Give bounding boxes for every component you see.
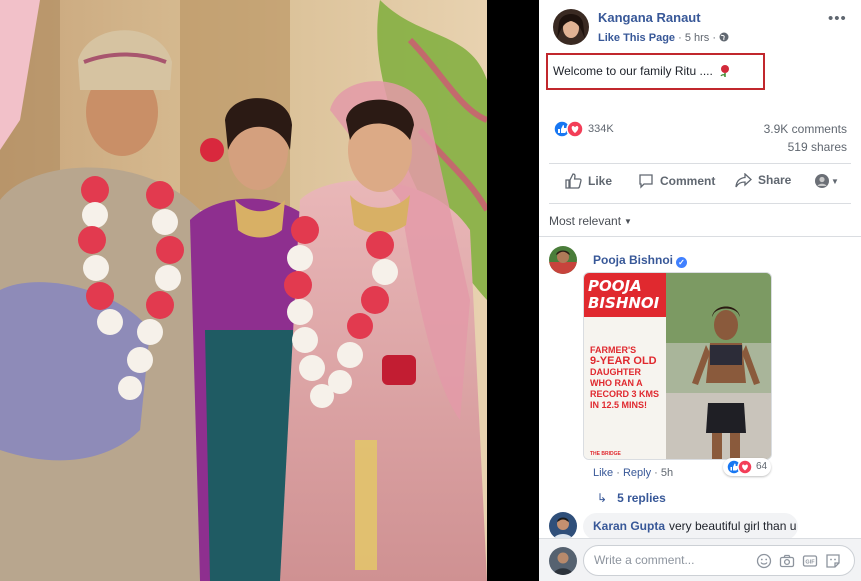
caret-down-icon: ▼	[624, 217, 632, 226]
reply-arrow-icon: ↳	[597, 491, 608, 505]
comment-button[interactable]: Comment	[638, 173, 715, 193]
photo-gutter	[487, 0, 539, 581]
rose-icon	[720, 65, 730, 77]
comment-label: Comment	[660, 174, 716, 188]
commenter-avatar[interactable]	[549, 246, 577, 274]
meta-separator: ·	[678, 32, 685, 44]
commenter-name[interactable]: Pooja Bishnoi ✓	[593, 253, 688, 268]
card-text-line: RECORD 3 KMS	[590, 389, 660, 399]
card-text-line: IN 12.5 MINS!	[590, 400, 648, 410]
divider	[549, 163, 851, 164]
post-caption: Welcome to our family Ritu ....	[553, 64, 731, 78]
gif-icon[interactable]: GIF	[802, 553, 818, 569]
audience-selector[interactable]: ▼	[815, 173, 839, 193]
card-text-line: WHO RAN A	[590, 378, 643, 388]
comment-reply-link[interactable]: Reply	[623, 467, 651, 479]
wedding-photo-image	[0, 0, 487, 581]
comment-like-link[interactable]: Like	[593, 467, 613, 479]
comment-sort-dropdown[interactable]: Most relevant ▼	[549, 214, 632, 228]
replies-label: 5 replies	[617, 491, 666, 505]
share-icon	[735, 172, 752, 188]
reactions-summary: 334K 3.9K comments 519 shares	[539, 116, 861, 156]
thumbs-up-icon	[565, 173, 582, 189]
card-title-line: BISHNOI	[588, 294, 660, 312]
reaction-count[interactable]: 334K	[588, 123, 614, 135]
like-page-link[interactable]: Like This Page	[598, 32, 675, 44]
commenter-name-text: Pooja Bishnoi	[593, 253, 674, 267]
post-caption-text: Welcome to our family Ritu ....	[553, 64, 713, 78]
more-options-icon[interactable]: •••	[828, 10, 847, 27]
like-button[interactable]: Like	[565, 173, 612, 193]
facebook-photo-viewer: Kangana Ranaut Like This Page · 5 hrs · …	[0, 0, 861, 581]
meta-separator: ·	[654, 467, 661, 479]
comment-image-card[interactable]: POOJA BISHNOI FARMER'S 9-YEAR OLD DAUGHT…	[583, 272, 772, 460]
card-text-line: DAUGHTER	[590, 367, 641, 377]
share-label: Share	[758, 173, 792, 187]
comment-icon	[639, 174, 653, 189]
comments-count[interactable]: 3.9K comments	[764, 122, 847, 136]
like-love-reaction-icons	[726, 459, 753, 475]
comment-sort-label: Most relevant	[549, 214, 622, 228]
card-photo	[666, 273, 771, 459]
chevron-down-icon: ▼	[831, 177, 839, 186]
profile-avatar-icon	[815, 174, 829, 188]
comment-bubble: Karan Gupta very beautiful girl than u	[583, 513, 798, 540]
card-brand-logo: THE BRIDGE	[590, 451, 621, 457]
card-title-line: POOJA	[588, 277, 642, 295]
comment-composer: GIF	[539, 538, 861, 581]
globe-icon	[719, 32, 729, 42]
commenter-name[interactable]: Karan Gupta	[593, 519, 665, 533]
commenter-avatar[interactable]	[549, 512, 577, 540]
card-title-banner: POOJA BISHNOI	[584, 273, 666, 317]
comment-input[interactable]	[594, 553, 744, 567]
comment-input-box[interactable]: GIF	[583, 545, 855, 576]
post-meta: Like This Page · 5 hrs ·	[598, 32, 729, 44]
comment-time[interactable]: 5h	[661, 467, 673, 479]
camera-icon[interactable]	[779, 553, 795, 569]
divider	[549, 203, 851, 204]
view-replies-link[interactable]: ↳ 5 replies	[597, 491, 666, 505]
post-photo[interactable]	[0, 0, 487, 581]
card-text-panel: POOJA BISHNOI FARMER'S 9-YEAR OLD DAUGHT…	[584, 273, 666, 459]
post-header: Kangana Ranaut Like This Page · 5 hrs · …	[539, 0, 861, 52]
comment-text: very beautiful girl than u	[669, 519, 797, 533]
card-body-text: FARMER'S 9-YEAR OLD DAUGHTER WHO RAN A R…	[590, 345, 666, 411]
share-button[interactable]: Share	[735, 172, 792, 193]
author-avatar[interactable]	[553, 9, 589, 45]
meta-separator: ·	[712, 32, 720, 44]
sticker-icon[interactable]	[825, 553, 841, 569]
shares-count[interactable]: 519 shares	[788, 140, 847, 154]
comment-reactions[interactable]: 64	[723, 458, 771, 476]
svg-text:GIF: GIF	[805, 560, 815, 566]
emoji-icon[interactable]	[756, 553, 772, 569]
post-time[interactable]: 5 hrs	[685, 32, 709, 44]
like-label: Like	[588, 174, 613, 188]
verified-badge-icon: ✓	[676, 257, 688, 268]
card-text-line: 9-YEAR OLD	[590, 355, 657, 367]
post-actions: Like Comment Share ▼	[539, 167, 861, 199]
current-user-avatar[interactable]	[549, 547, 577, 575]
meta-separator: ·	[616, 467, 623, 479]
author-name[interactable]: Kangana Ranaut	[598, 10, 701, 25]
comment-meta: Like · Reply · 5h	[593, 467, 673, 479]
divider	[539, 236, 861, 237]
reaction-icons[interactable]	[553, 120, 587, 138]
post-side-panel: Kangana Ranaut Like This Page · 5 hrs · …	[539, 0, 861, 581]
comment-reaction-count: 64	[756, 461, 768, 472]
